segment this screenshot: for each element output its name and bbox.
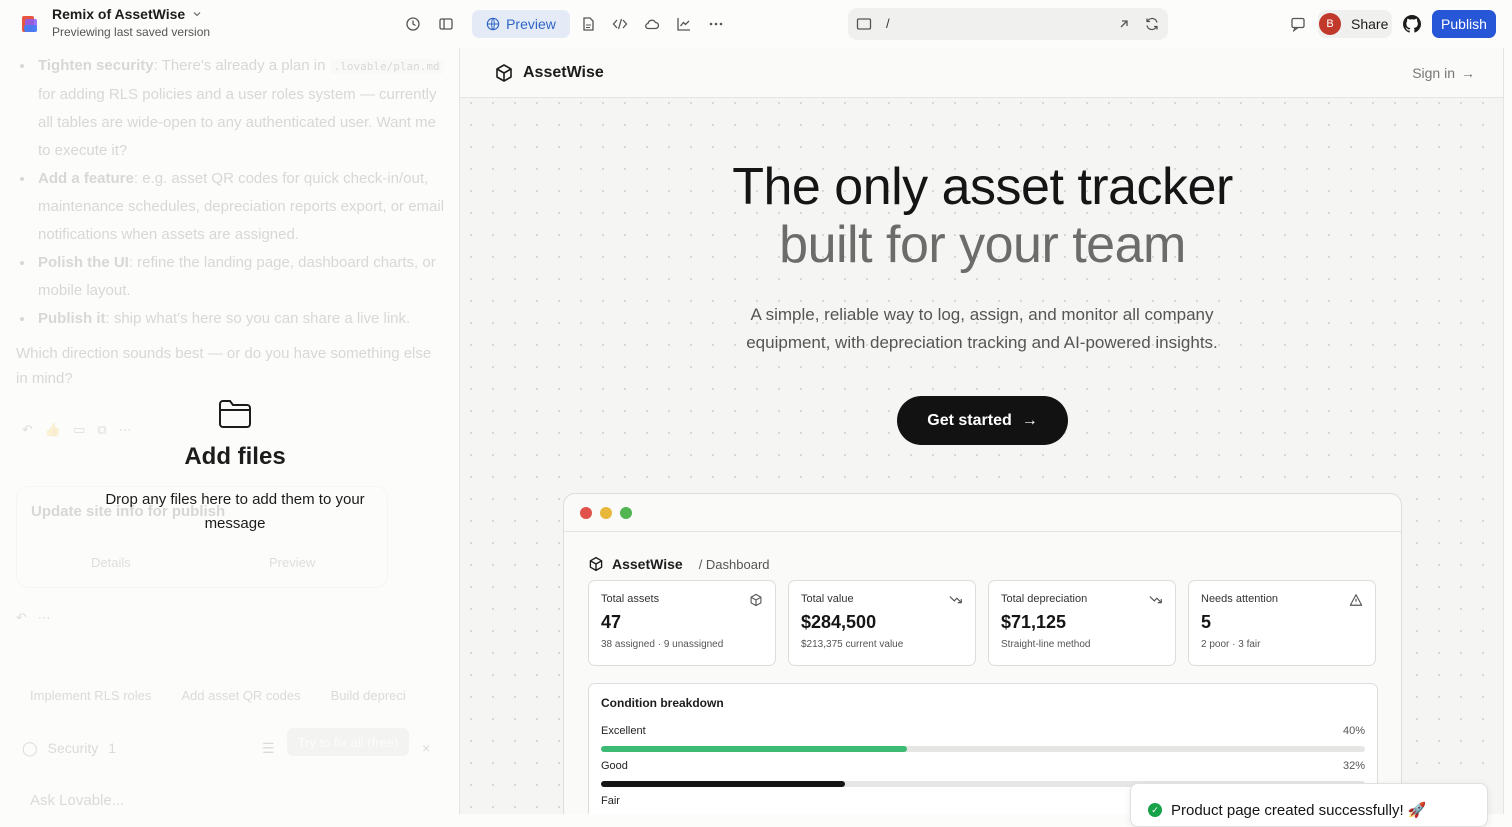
stat-value: 5 (1201, 612, 1212, 632)
share-button[interactable]: B Share (1318, 10, 1392, 38)
stat-subtext: 38 assigned · 9 unassigned (601, 639, 724, 650)
chat-icon[interactable] (1285, 12, 1311, 36)
sign-in-link[interactable]: Sign in → (1412, 65, 1475, 81)
trending-down-icon (1149, 596, 1162, 604)
progress-fill (601, 781, 846, 787)
box-icon (496, 64, 512, 82)
stat-card-total-value: Total value $284,500 $213,375 current va… (788, 580, 976, 666)
window-titlebar (564, 494, 1401, 532)
hero-headline-secondary: built for your team (779, 216, 1186, 274)
breadcrumb: / Dashboard (698, 556, 770, 572)
file-drop-overlay[interactable]: Add files Drop any files here to add the… (0, 48, 459, 814)
dashboard-brand-name: AssetWise (612, 556, 683, 572)
github-icon[interactable] (1399, 12, 1425, 36)
avatar: B (1319, 13, 1341, 35)
maximize-dot (620, 507, 632, 519)
folder-icon (219, 400, 251, 428)
toast-message: Product page created successfully! 🚀 (1171, 802, 1427, 819)
top-bar: Remix of AssetWise Previewing last saved… (0, 0, 1512, 48)
stat-value: 47 (601, 612, 622, 632)
trending-down-icon (949, 596, 962, 604)
publish-button[interactable]: Publish (1432, 10, 1496, 38)
project-title[interactable]: Remix of AssetWise (52, 6, 203, 22)
share-label: Share (1351, 16, 1389, 32)
sidebar-toggle-icon[interactable] (433, 12, 459, 36)
get-started-button[interactable]: Get started → (897, 396, 1068, 445)
device-icon[interactable] (856, 16, 872, 32)
project-title-text: Remix of AssetWise (52, 6, 186, 22)
condition-label: Fair (601, 795, 620, 807)
arrow-right-icon: → (1461, 65, 1475, 81)
more-icon[interactable] (703, 12, 729, 36)
arrow-right-icon: → (1021, 411, 1038, 429)
stat-card-total-depreciation: Total depreciation $71,125 Straight-line… (988, 580, 1176, 666)
condition-percent: 40% (1342, 725, 1365, 737)
condition-label: Good (601, 760, 628, 772)
stat-value: $284,500 (801, 612, 877, 632)
stat-subtext: $213,375 current value (801, 639, 904, 650)
stat-subtext: 2 poor · 3 fair (1201, 639, 1261, 650)
minimize-dot (600, 507, 612, 519)
sign-in-label: Sign in (1412, 65, 1455, 81)
drop-title: Add files (184, 443, 286, 470)
dashboard-brand: AssetWise / Dashboard (588, 556, 770, 572)
refresh-icon[interactable] (1144, 16, 1160, 32)
site-brand[interactable]: AssetWise (494, 63, 604, 83)
preview-frame: AssetWise Sign in → The only asset track… (459, 48, 1504, 814)
close-dot (580, 507, 592, 519)
success-toast[interactable]: ✓ Product page created successfully! 🚀 (1130, 783, 1488, 827)
stat-subtext: Straight-line method (1001, 639, 1091, 650)
analytics-icon[interactable] (671, 12, 697, 36)
progress-track (601, 746, 1365, 752)
box-icon (589, 556, 603, 572)
stat-card-total-assets: Total assets 47 38 assigned · 9 unassign… (588, 580, 776, 666)
cloud-icon[interactable] (639, 12, 665, 36)
site-brand-name: AssetWise (523, 64, 604, 81)
history-icon[interactable] (400, 12, 426, 36)
get-started-label: Get started (927, 411, 1012, 429)
open-external-icon[interactable] (1116, 16, 1132, 32)
stat-label: Total value (801, 593, 854, 605)
condition-percent: 32% (1342, 760, 1365, 772)
dashboard-mockup: AssetWise / Dashboard Total assets 47 38… (563, 493, 1402, 814)
app-logo-icon[interactable] (19, 13, 41, 35)
drop-description: Drop any files here to add them to your … (105, 491, 365, 532)
url-bar[interactable]: / (848, 8, 1168, 40)
check-circle-icon: ✓ (1148, 803, 1162, 817)
stat-card-needs-attention: Needs attention 5 2 poor · 3 fair (1188, 580, 1376, 666)
project-subtitle: Previewing last saved version (52, 25, 211, 39)
box-icon (750, 593, 762, 607)
stat-label: Needs attention (1201, 593, 1279, 605)
site-navbar: AssetWise Sign in → (460, 48, 1503, 98)
condition-label: Excellent (601, 725, 646, 737)
progress-fill (601, 746, 907, 752)
stat-value: $71,125 (1001, 612, 1067, 632)
stat-label: Total depreciation (1001, 593, 1088, 605)
chevron-down-icon (193, 12, 201, 17)
preview-button[interactable]: Preview (472, 10, 570, 38)
globe-icon (486, 17, 500, 31)
hero-headline: The only asset tracker (732, 158, 1233, 216)
code-icon[interactable] (607, 12, 633, 36)
url-path[interactable]: / (886, 16, 890, 31)
condition-title: Condition breakdown (601, 696, 724, 710)
hero-subtitle: A simple, reliable way to log, assign, a… (746, 305, 1218, 352)
file-icon[interactable] (575, 12, 601, 36)
preview-label: Preview (506, 16, 556, 32)
warning-icon (1349, 594, 1363, 606)
stat-label: Total assets (601, 593, 660, 605)
